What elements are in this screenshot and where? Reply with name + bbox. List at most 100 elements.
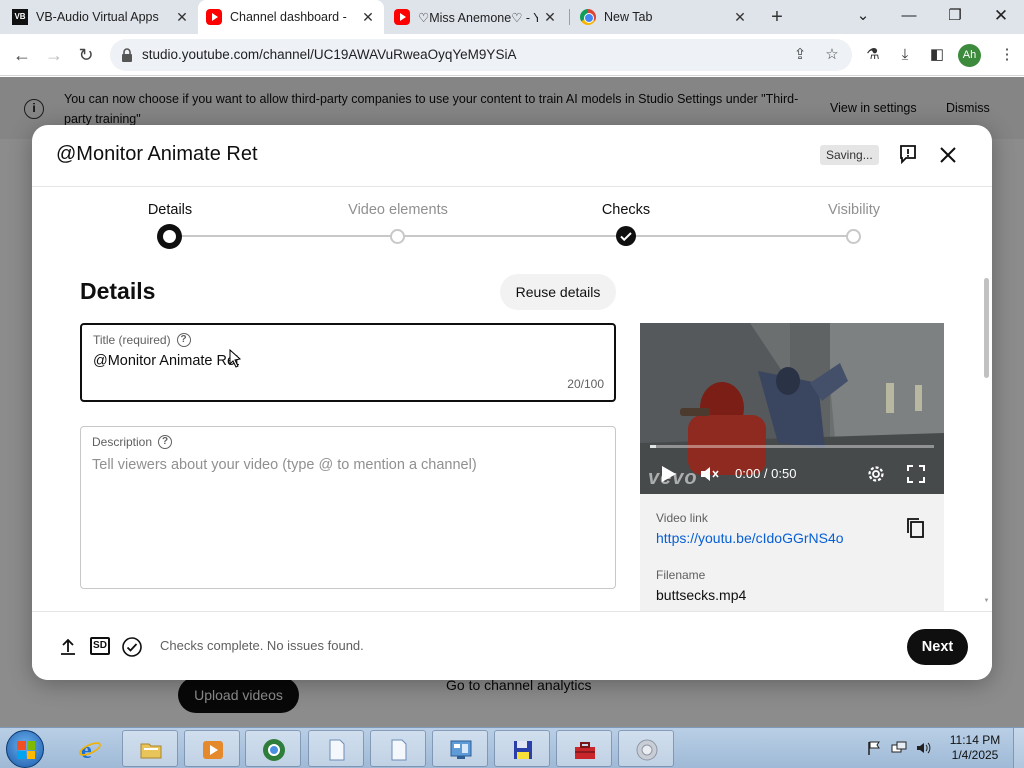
- tab-search-icon[interactable]: ⌄: [840, 0, 886, 34]
- scroll-down-arrow[interactable]: ▼: [983, 598, 990, 604]
- description-field[interactable]: Description ?: [80, 426, 616, 589]
- close-icon[interactable]: [937, 144, 959, 166]
- flag-notification-icon[interactable]: [866, 740, 882, 756]
- copy-icon[interactable]: [906, 517, 926, 539]
- chrome-icon: [263, 739, 285, 761]
- dialog-footer: SD Checks complete. No issues found. Nex…: [32, 611, 992, 680]
- youtube-icon: [206, 9, 222, 25]
- browser-tab-strip: VB VB-Audio Virtual Apps ✕ Channel dashb…: [0, 0, 1024, 34]
- tab-miss-anemone[interactable]: ♡Miss Anemone♡ - Yo ✕: [394, 0, 566, 34]
- checks-status: Checks complete. No issues found.: [160, 638, 364, 653]
- description-input[interactable]: [92, 457, 602, 577]
- tab-vb-audio[interactable]: VB VB-Audio Virtual Apps ✕: [12, 0, 198, 34]
- sd-quality-icon[interactable]: SD: [90, 637, 110, 655]
- window-close-button[interactable]: ✕: [978, 0, 1024, 34]
- filename-label: Filename: [656, 568, 706, 582]
- taskbar-internet-explorer[interactable]: e: [62, 730, 118, 767]
- tab-separator: [569, 9, 570, 25]
- download-icon[interactable]: ⤓: [894, 44, 916, 66]
- taskbar-document-2[interactable]: [370, 730, 426, 767]
- video-preview-panel: vevo 0:00 / 0:50 Video link https://yout…: [640, 323, 944, 623]
- fullscreen-icon[interactable]: [905, 463, 927, 485]
- saving-badge: Saving...: [820, 145, 879, 165]
- show-desktop-button[interactable]: [1013, 728, 1024, 768]
- filename-value: buttsecks.mp4: [656, 587, 747, 603]
- feedback-icon[interactable]: [898, 144, 918, 164]
- dialog-title: @Monitor Animate Ret: [56, 143, 258, 165]
- checkmark-icon: [620, 232, 632, 242]
- url-text: studio.youtube.com/channel/UC19AWAVuRwea…: [142, 47, 517, 62]
- help-icon[interactable]: ?: [158, 435, 173, 449]
- taskbar-toolbox[interactable]: [556, 730, 612, 767]
- back-icon[interactable]: ←: [10, 43, 34, 67]
- media-player-icon: [203, 741, 223, 759]
- next-button[interactable]: Next: [907, 629, 968, 665]
- volume-icon[interactable]: [915, 740, 931, 756]
- network-icon[interactable]: [891, 740, 907, 756]
- dialog-scrollbar[interactable]: ▼: [983, 270, 989, 605]
- title-label: Title (required) ?: [93, 333, 191, 347]
- title-field[interactable]: Title (required) ? 20/100: [80, 323, 616, 402]
- taskbar-file-explorer[interactable]: [122, 730, 178, 767]
- checks-complete-icon[interactable]: [121, 636, 143, 658]
- browser-menu-icon[interactable]: ⋮: [996, 44, 1018, 66]
- upload-icon[interactable]: [57, 636, 79, 658]
- windows-taskbar: e 11:14 PM 1/4/2025: [0, 727, 1024, 768]
- chrome-icon: [580, 9, 596, 25]
- profile-avatar[interactable]: Ah: [958, 44, 981, 67]
- upload-dialog: @Monitor Animate Ret Saving... Details V…: [32, 125, 992, 680]
- close-tab-icon[interactable]: ✕: [174, 9, 190, 25]
- folder-icon: [140, 743, 162, 759]
- document-icon: [391, 739, 407, 761]
- taskbar-audio-app[interactable]: [618, 730, 674, 767]
- browser-toolbar: ← → ↻ studio.youtube.com/channel/UC19AWA…: [0, 34, 1024, 76]
- step-dot-pending[interactable]: [390, 229, 405, 244]
- title-char-counter: 20/100: [567, 377, 604, 391]
- tab-new-tab[interactable]: New Tab ✕: [580, 0, 756, 34]
- step-dot-current[interactable]: [157, 224, 182, 249]
- system-clock[interactable]: 11:14 PM 1/4/2025: [940, 733, 1010, 763]
- side-panel-icon[interactable]: ◧: [926, 44, 948, 66]
- maximize-button[interactable]: ❐: [932, 0, 978, 34]
- taskbar-control-panel[interactable]: [432, 730, 488, 767]
- minimize-button[interactable]: —: [886, 0, 932, 34]
- taskbar-media-player[interactable]: [184, 730, 240, 767]
- close-tab-icon[interactable]: ✕: [732, 9, 748, 25]
- step-checks[interactable]: Checks: [602, 202, 650, 218]
- taskbar-save-app[interactable]: [494, 730, 550, 767]
- tab-channel-dashboard[interactable]: Channel dashboard - ✕: [198, 0, 384, 34]
- bookmark-star-icon[interactable]: ☆: [822, 45, 842, 65]
- close-tab-icon[interactable]: ✕: [542, 9, 558, 25]
- volume-icon[interactable]: [698, 463, 720, 485]
- close-tab-icon[interactable]: ✕: [360, 9, 376, 25]
- extensions-icon[interactable]: ⚗: [862, 44, 884, 66]
- step-dot-pending[interactable]: [846, 229, 861, 244]
- step-dot-complete[interactable]: [616, 226, 636, 246]
- youtube-icon: [394, 9, 410, 25]
- settings-gear-icon[interactable]: [865, 463, 887, 485]
- title-input[interactable]: [93, 353, 593, 369]
- scrollbar-thumb[interactable]: [984, 278, 989, 378]
- video-player[interactable]: vevo 0:00 / 0:50: [640, 323, 944, 494]
- play-icon[interactable]: [657, 463, 679, 485]
- address-bar[interactable]: studio.youtube.com/channel/UC19AWAVuRwea…: [110, 39, 852, 71]
- video-link[interactable]: https://youtu.be/cIdoGGrNS4o: [656, 530, 844, 546]
- toolbox-icon: [575, 742, 595, 759]
- video-progress-track[interactable]: [650, 445, 934, 448]
- control-panel-icon: [450, 740, 472, 759]
- step-visibility[interactable]: Visibility: [828, 202, 880, 218]
- new-tab-button[interactable]: +: [766, 6, 788, 28]
- reload-icon[interactable]: ↻: [74, 43, 98, 67]
- step-video-elements[interactable]: Video elements: [348, 202, 448, 218]
- reuse-details-button[interactable]: Reuse details: [500, 274, 616, 310]
- step-details[interactable]: Details: [148, 202, 192, 218]
- forward-icon[interactable]: →: [42, 43, 66, 67]
- video-link-label: Video link: [656, 511, 708, 525]
- start-button[interactable]: [6, 730, 44, 768]
- taskbar-chrome[interactable]: [245, 730, 301, 767]
- taskbar-document-1[interactable]: [308, 730, 364, 767]
- vb-audio-icon: VB: [12, 9, 28, 25]
- help-icon[interactable]: ?: [176, 333, 191, 347]
- section-title: Details: [80, 278, 156, 304]
- share-icon[interactable]: ⇪: [790, 45, 810, 65]
